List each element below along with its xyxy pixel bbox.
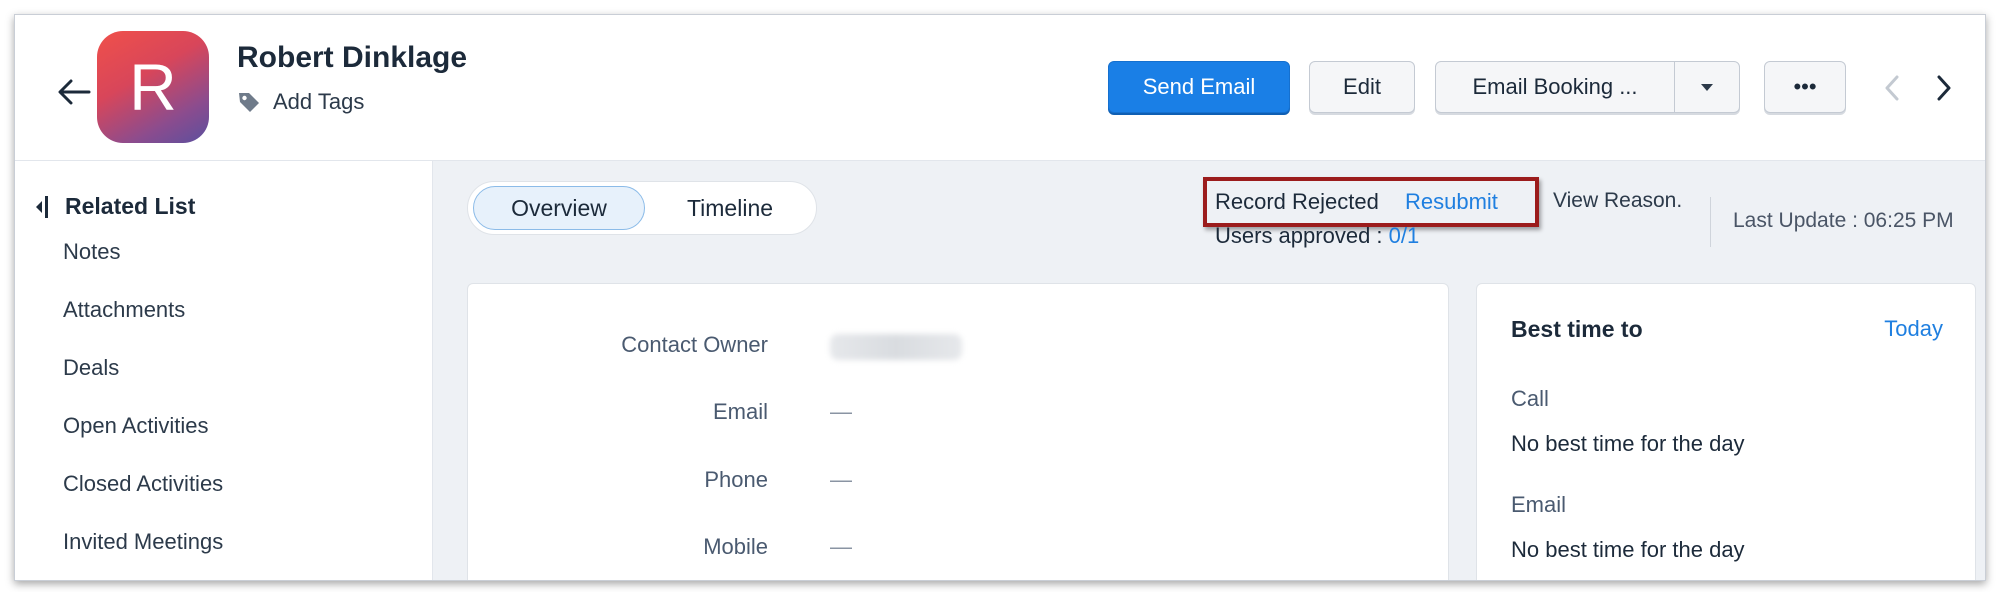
sidebar-item-invited-meetings[interactable]: Invited Meetings <box>63 529 223 555</box>
best-time-call-text: No best time for the day <box>1511 431 1745 456</box>
collapse-sidebar-icon <box>36 195 48 218</box>
sidebar-item-closed-activities[interactable]: Closed Activities <box>63 471 223 497</box>
record-rejected-label: Record Rejected <box>1215 189 1379 214</box>
add-tags-label: Add Tags <box>273 89 365 114</box>
caret-down-icon <box>1701 83 1713 91</box>
avatar: R <box>97 31 209 143</box>
add-tags-link[interactable]: Add Tags <box>237 89 364 115</box>
resubmit-link[interactable]: Resubmit <box>1405 189 1498 215</box>
best-time-email-label: Email <box>1511 492 1567 517</box>
users-approved: Users approved : 0/1 <box>1215 223 1419 249</box>
best-time-title: Best time to <box>1511 316 1643 342</box>
send-email-button[interactable]: Send Email <box>1108 61 1290 113</box>
best-time-email-text: No best time for the day <box>1511 537 1745 562</box>
best-time-day-selector[interactable]: Today <box>1884 316 1943 342</box>
arrow-left-icon <box>58 79 91 105</box>
related-list-title: Related List <box>65 193 196 219</box>
previous-record-button[interactable] <box>1875 71 1909 105</box>
field-label-email: Email <box>712 399 768 424</box>
related-list-sidebar: Related List Notes Attachments Deals Ope… <box>15 161 433 580</box>
back-button[interactable] <box>49 67 99 117</box>
tab-overview[interactable]: Overview <box>473 186 645 230</box>
app-frame: R Robert Dinklage Add Tags Send Email Ed… <box>14 14 1986 581</box>
overview-fields-card: Contact Owner Email — Phone — Mobile — <box>467 283 1449 580</box>
record-name: Robert Dinklage <box>237 41 468 74</box>
field-value-mobile[interactable]: — <box>830 534 852 560</box>
best-time-card: Best time to Today Call No best time for… <box>1476 283 1976 580</box>
chevron-left-icon <box>1885 75 1899 101</box>
sidebar-item-notes[interactable]: Notes <box>63 239 120 265</box>
last-update-text: Last Update : 06:25 PM <box>1733 209 1954 232</box>
tag-icon <box>239 93 259 112</box>
edit-button[interactable]: Edit <box>1309 61 1415 113</box>
field-label-contact-owner: Contact Owner <box>621 332 768 357</box>
chevron-right-icon <box>1937 75 1951 101</box>
more-actions-button[interactable]: ••• <box>1764 61 1846 113</box>
best-time-call-label: Call <box>1511 386 1549 411</box>
sidebar-item-deals[interactable]: Deals <box>63 355 119 381</box>
view-tabs: Overview Timeline <box>467 181 817 235</box>
tab-timeline[interactable]: Timeline <box>650 186 810 230</box>
related-list-header[interactable]: Related List <box>33 193 195 220</box>
avatar-letter: R <box>129 50 177 124</box>
field-value-phone[interactable]: — <box>830 467 852 493</box>
users-approved-count[interactable]: 0/1 <box>1389 223 1420 248</box>
field-label-phone: Phone <box>704 467 768 492</box>
main-content: Overview Timeline Record Rejected Resubm… <box>433 161 1985 580</box>
email-booking-button[interactable]: Email Booking ... <box>1435 61 1675 113</box>
contact-owner-value-redacted <box>830 334 962 360</box>
view-reason-link[interactable]: View Reason. <box>1553 189 1682 213</box>
field-label-mobile: Mobile <box>703 534 768 559</box>
field-value-email[interactable]: — <box>830 399 852 425</box>
sidebar-item-open-activities[interactable]: Open Activities <box>63 413 209 439</box>
header-divider <box>1710 197 1711 247</box>
sidebar-item-attachments[interactable]: Attachments <box>63 297 185 323</box>
users-approved-label: Users approved : <box>1215 223 1383 248</box>
record-header: R Robert Dinklage Add Tags Send Email Ed… <box>15 15 1985 161</box>
email-booking-dropdown[interactable] <box>1674 61 1740 113</box>
next-record-button[interactable] <box>1927 71 1961 105</box>
